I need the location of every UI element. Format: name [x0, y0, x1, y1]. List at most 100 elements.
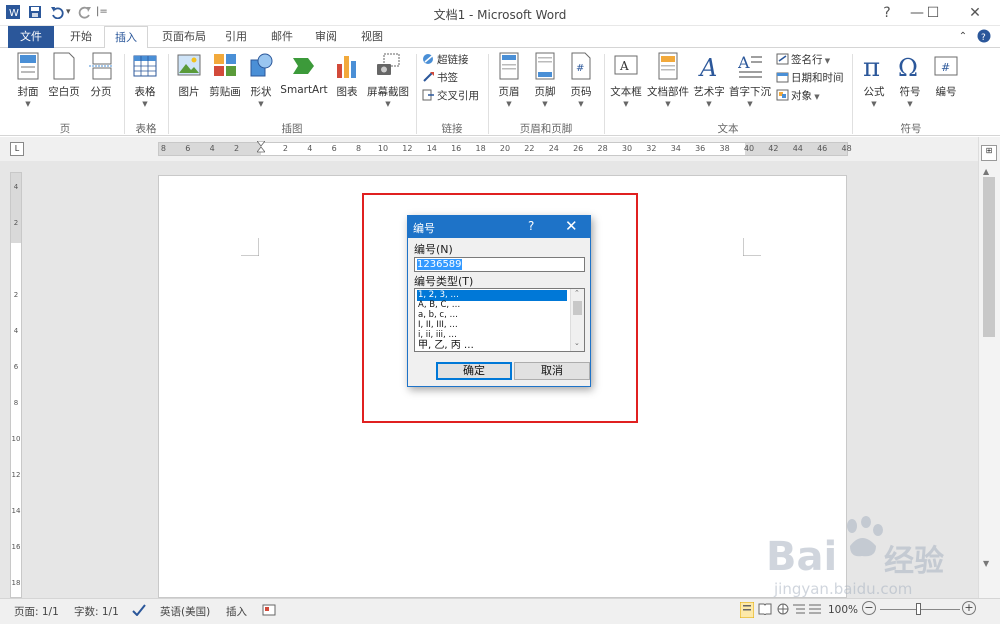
chart-button[interactable]: 图表: [332, 52, 362, 99]
number-input[interactable]: 1236589: [414, 257, 585, 272]
ruler-toggle-icon[interactable]: ⊞: [981, 145, 997, 161]
chevron-down-icon: ▼: [907, 100, 913, 108]
ruler-tick-label: 8: [356, 144, 362, 153]
help-icon[interactable]: ?: [976, 26, 992, 48]
svg-text:#: #: [576, 63, 584, 74]
signature-line-button[interactable]: 签名行 ▼: [776, 52, 830, 68]
list-scroll-thumb[interactable]: [573, 301, 582, 315]
word-count[interactable]: 字数: 1/1: [74, 604, 119, 619]
textbox-button[interactable]: A 文本框 ▼: [608, 52, 644, 108]
cancel-button[interactable]: 取消: [514, 362, 590, 380]
close-button[interactable]: ✕: [960, 3, 990, 23]
scroll-up-icon[interactable]: ▲: [983, 167, 989, 176]
macro-icon[interactable]: [262, 604, 276, 619]
tab-mailings[interactable]: 邮件: [264, 26, 300, 48]
number-type-list[interactable]: 1, 2, 3, … A, B, C, … a, b, c, … I, II, …: [414, 288, 585, 352]
object-button[interactable]: 对象 ▼: [776, 88, 820, 104]
page-break-button[interactable]: 分页: [86, 52, 116, 99]
blank-page-button[interactable]: 空白页: [46, 52, 82, 99]
zoom-in-button[interactable]: +: [962, 601, 976, 615]
smartart-button[interactable]: SmartArt: [280, 52, 328, 96]
number-button[interactable]: # 编号: [930, 52, 962, 99]
drop-cap-button[interactable]: A 首字下沉 ▼: [728, 52, 772, 108]
date-time-label: 日期和时间: [791, 72, 844, 84]
bookmark-button[interactable]: 书签: [422, 70, 458, 86]
ruler-tick-label: 4: [13, 327, 19, 335]
group-label-symbols: 符号: [900, 123, 922, 135]
svg-text:π: π: [863, 53, 880, 80]
print-layout-icon[interactable]: [739, 601, 755, 621]
hyperlink-icon: [423, 54, 433, 64]
number-icon: #: [934, 56, 958, 76]
insert-mode[interactable]: 插入: [226, 604, 247, 619]
ruler-tick-label: 12: [402, 144, 413, 153]
dialog-close-button[interactable]: ✕: [565, 217, 578, 235]
vertical-ruler[interactable]: 4 2 2 4 6 8 10 12 14 16 18: [10, 172, 22, 598]
page-count[interactable]: 页面: 1/1: [14, 604, 59, 619]
tab-insert[interactable]: 插入: [104, 26, 148, 49]
vertical-scrollbar[interactable]: ⊞ ▲ ▼: [978, 137, 1000, 598]
tab-file[interactable]: 文件: [8, 26, 54, 48]
proofing-icon[interactable]: [132, 604, 146, 619]
chevron-down-icon[interactable]: ⌄: [574, 339, 580, 347]
date-time-button[interactable]: 日期和时间: [776, 70, 844, 86]
picture-button[interactable]: 图片: [174, 52, 204, 99]
table-label: 表格: [134, 86, 156, 98]
chevron-down-icon: ▼: [706, 100, 712, 108]
maximize-button[interactable]: ☐: [918, 3, 948, 23]
clipart-button[interactable]: 剪贴画: [206, 52, 244, 99]
equation-button[interactable]: π 公式 ▼: [858, 52, 890, 108]
scrollbar-thumb[interactable]: [983, 177, 995, 337]
collapse-ribbon-icon[interactable]: ⌃: [956, 26, 970, 48]
list-item[interactable]: 甲, 乙, 丙 …: [417, 340, 567, 351]
svg-text:A: A: [698, 54, 717, 80]
table-button[interactable]: 表格 ▼: [128, 52, 162, 108]
ruler-tick-label: 18: [11, 579, 21, 587]
hyperlink-button[interactable]: 超链接: [422, 52, 469, 68]
group-label-header-footer: 页眉和页脚: [519, 123, 573, 135]
ruler-tick-label: 16: [451, 144, 462, 153]
tab-selector-icon[interactable]: L: [10, 142, 24, 156]
tab-review[interactable]: 审阅: [308, 26, 344, 48]
horizontal-ruler[interactable]: 8 6 4 2 2 4 6 8 10 12 14 16 18 20 22 24 26 28 30 32 34 36 38 40…: [158, 140, 852, 157]
tab-home[interactable]: 开始: [62, 26, 100, 48]
tab-page-layout[interactable]: 页面布局: [154, 26, 214, 48]
ruler-tick-label: 2: [13, 219, 19, 227]
chevron-down-icon: ▼: [385, 100, 391, 108]
symbol-button[interactable]: Ω 符号 ▼: [894, 52, 926, 108]
table-icon: [133, 55, 157, 77]
scroll-down-icon[interactable]: ▼: [983, 559, 989, 568]
ok-button[interactable]: 确定: [436, 362, 512, 380]
chevron-up-icon[interactable]: ⌃: [574, 289, 580, 297]
cross-reference-button[interactable]: 交叉引用: [422, 88, 479, 104]
page-number-button[interactable]: # 页码 ▼: [566, 52, 596, 108]
group-label-pages: 页: [59, 123, 71, 135]
dialog-help-button[interactable]: ?: [528, 219, 534, 233]
svg-text:A: A: [738, 53, 750, 72]
chevron-down-icon: ▼: [25, 100, 31, 108]
ruler-tick-label: 12: [11, 471, 21, 479]
cover-page-button[interactable]: 封面 ▼: [12, 52, 44, 108]
baidu-watermark: Bai 经验 jingyan.baidu.com: [766, 516, 956, 606]
list-scrollbar[interactable]: ⌃ ⌄: [570, 289, 584, 351]
indent-marker[interactable]: [256, 140, 266, 157]
shapes-button[interactable]: 形状 ▼: [246, 52, 276, 108]
wordart-label: 艺术字: [693, 86, 725, 98]
page-break-icon: [89, 52, 113, 80]
language-status[interactable]: 英语(美国): [160, 604, 210, 619]
tab-references[interactable]: 引用: [218, 26, 254, 48]
cover-page-icon: [17, 52, 39, 80]
help-button[interactable]: ?: [872, 3, 902, 23]
ruler-tick-label: 38: [719, 144, 730, 153]
wordart-button[interactable]: A 艺术字 ▼: [692, 52, 726, 108]
bookmark-icon: [423, 72, 434, 82]
header-button[interactable]: 页眉 ▼: [494, 52, 524, 108]
bookmark-label: 书签: [437, 72, 458, 84]
screenshot-button[interactable]: 屏幕截图 ▼: [364, 52, 412, 108]
tab-view[interactable]: 视图: [354, 26, 390, 48]
ruler-tick-label: 42: [768, 144, 779, 153]
svg-text:A: A: [619, 59, 629, 73]
footer-button[interactable]: 页脚 ▼: [530, 52, 560, 108]
dialog-title-bar[interactable]: 编号 ? ✕: [408, 216, 590, 238]
quick-parts-button[interactable]: 文档部件 ▼: [646, 52, 690, 108]
